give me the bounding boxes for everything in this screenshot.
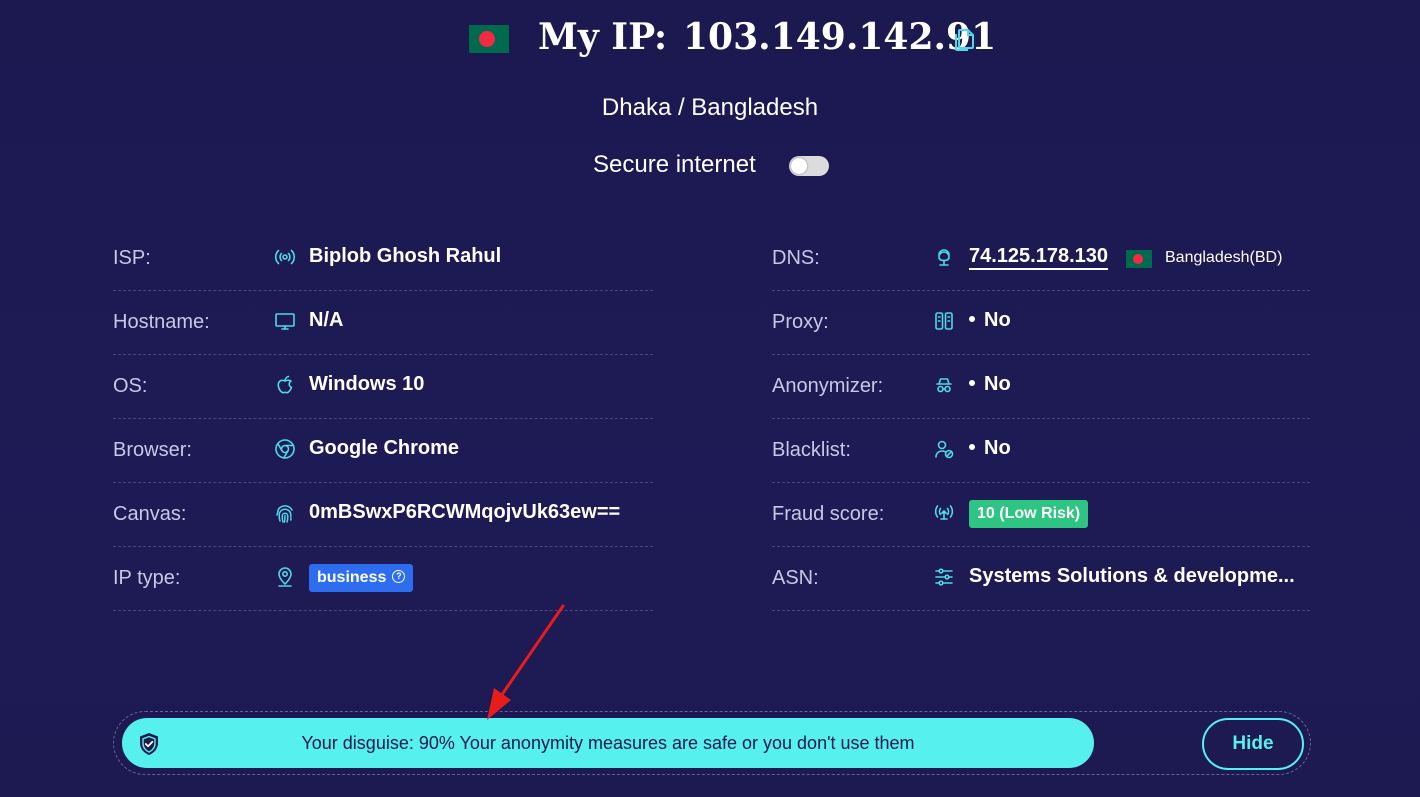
blacklist-value: No [969, 437, 1011, 460]
dns-ip-link[interactable]: 74.125.178.130 [969, 245, 1108, 268]
apple-icon [277, 375, 293, 394]
dns-icon [938, 249, 950, 266]
anonymizer-label: Anonymizer: [772, 375, 884, 397]
toggle-knob [791, 158, 807, 174]
ip-type-row: IP type: business? [113, 547, 653, 611]
location-text: Dhaka / Bangladesh [601, 94, 819, 121]
browser-value: Google Chrome [309, 437, 460, 459]
monitor-icon [275, 313, 295, 330]
anonymizer-row: Anonymizer: No [772, 355, 1310, 419]
proxy-value: No [969, 309, 1011, 332]
fraud-score-row: Fraud score: 10 (Low Risk) [772, 483, 1310, 547]
bangladesh-flag-icon [1126, 250, 1152, 268]
ip-address: 103.149.142.91 [683, 16, 997, 58]
os-value: Windows 10 [309, 373, 425, 395]
hide-button[interactable]: Hide [1202, 718, 1304, 770]
proxy-row: Proxy: No [772, 291, 1310, 355]
proxy-label: Proxy: [772, 311, 829, 333]
chrome-icon [275, 439, 295, 459]
proxy-icon [935, 312, 953, 330]
hostname-label: Hostname: [113, 311, 210, 333]
blacklist-label: Blacklist: [772, 439, 851, 461]
fingerprint-icon [276, 505, 293, 523]
browser-row: Browser: Google Chrome [113, 419, 653, 483]
anonymizer-icon [936, 378, 952, 393]
os-label: OS: [113, 375, 148, 397]
bangladesh-flag-icon [469, 25, 509, 53]
canvas-value: 0mBSwxP6RCWMqojvUk63ew== [309, 501, 621, 523]
hostname-value: N/A [309, 309, 344, 331]
dns-country: Bangladesh(BD) [1165, 249, 1283, 266]
browser-label: Browser: [113, 439, 192, 461]
disguise-status-text: Your disguise: 90% Your anonymity measur… [301, 733, 915, 753]
ip-type-value: business [317, 569, 387, 586]
dns-label: DNS: [772, 247, 820, 269]
my-ip-label: My IP: [538, 16, 668, 58]
secure-internet-toggle[interactable] [789, 156, 829, 176]
os-row: OS: Windows 10 [113, 355, 653, 419]
dns-row: DNS: 74.125.178.130 Bangladesh(BD) [772, 227, 1310, 291]
blacklist-row: Blacklist: No [772, 419, 1310, 483]
help-icon[interactable]: ? [392, 570, 406, 584]
isp-value: Biplob Ghosh Rahul [309, 245, 502, 267]
signal-icon [934, 505, 954, 520]
asn-label: ASN: [772, 567, 819, 589]
copy-icon[interactable] [952, 27, 976, 53]
asn-value: Systems Solutions & developme... [969, 565, 1295, 587]
location-pin-icon [278, 567, 292, 587]
canvas-label: Canvas: [113, 503, 187, 525]
blacklist-icon [935, 440, 954, 459]
asn-row: ASN: Systems Solutions & developme... [772, 547, 1310, 611]
broadcast-icon [274, 249, 296, 265]
secure-internet-label: Secure internet [593, 151, 756, 178]
isp-row: ISP: Biplob Ghosh Rahul [113, 227, 653, 291]
canvas-row: Canvas: 0mBSwxP6RCWMqojvUk63ew== [113, 483, 653, 547]
hostname-row: Hostname: N/A [113, 291, 653, 355]
fraud-score-label: Fraud score: [772, 503, 885, 525]
anonymizer-value: No [969, 373, 1011, 396]
ip-type-badge[interactable]: business? [309, 564, 414, 592]
fraud-score-badge: 10 (Low Risk) [969, 500, 1089, 528]
ip-type-label: IP type: [113, 567, 181, 589]
sliders-icon [935, 568, 953, 586]
isp-label: ISP: [113, 247, 151, 269]
